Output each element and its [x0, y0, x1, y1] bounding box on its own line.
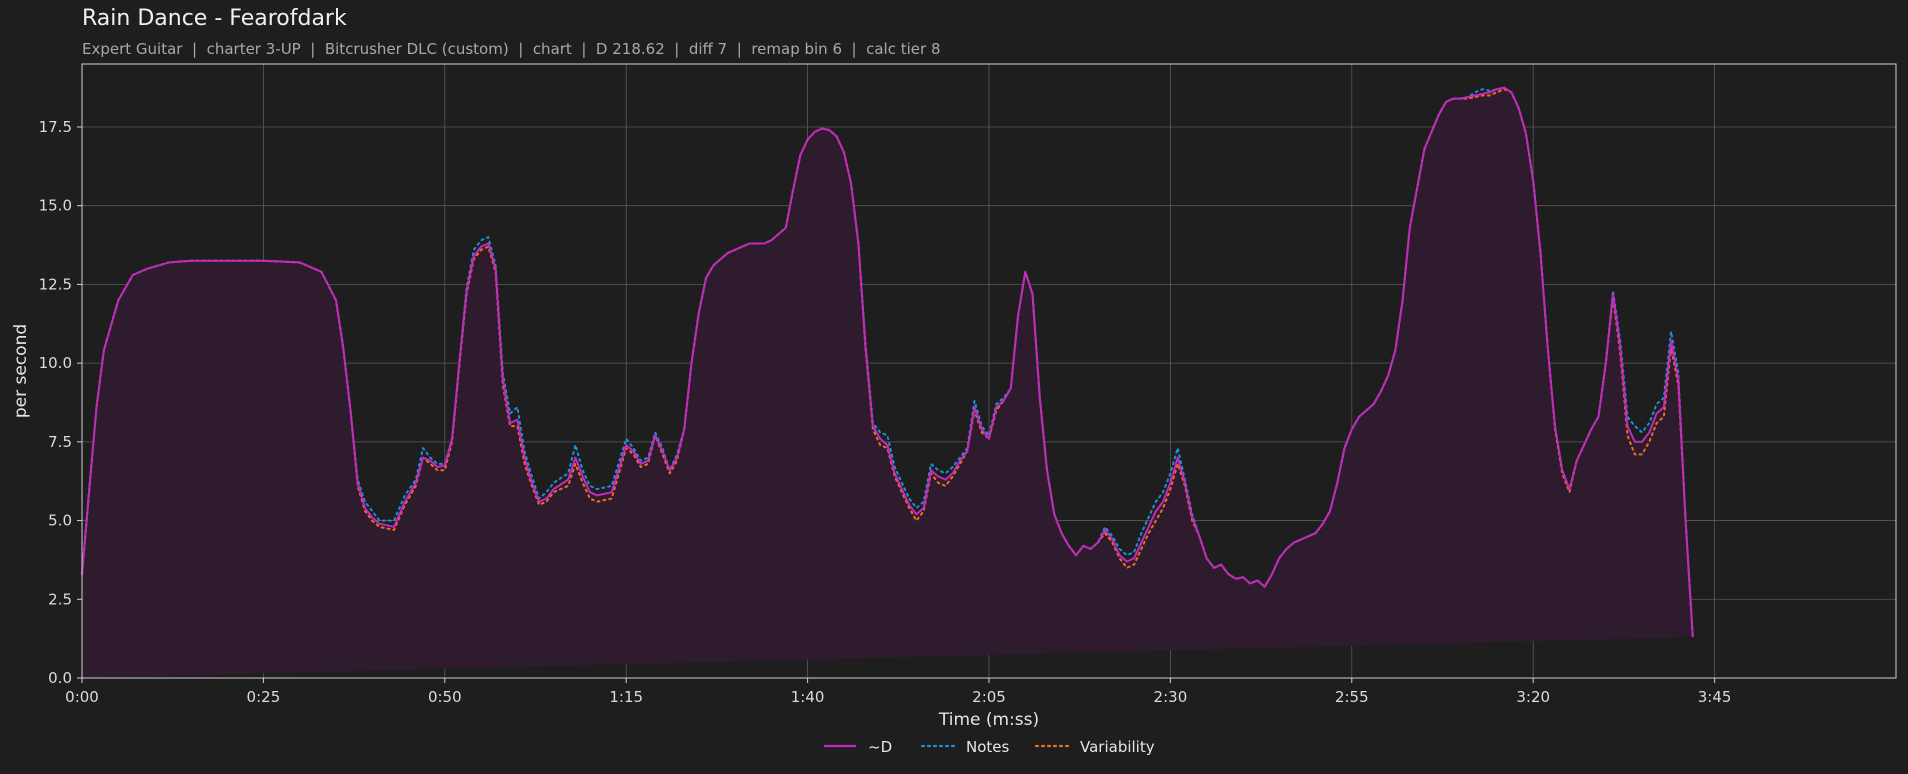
x-tick-label: 2:55 — [1335, 688, 1369, 706]
x-tick-label: 1:15 — [609, 688, 643, 706]
area-fill-d — [82, 87, 1693, 679]
x-tick-label: 1:40 — [791, 688, 825, 706]
y-tick-label: 17.5 — [39, 118, 72, 136]
x-tick-label: 0:50 — [428, 688, 462, 706]
legend: ~D Notes Variability — [824, 738, 1155, 756]
line-chart: 0:00 0:25 0:50 1:15 1:40 2:05 2:30 2:55 3:20 3:45… — [11, 63, 1897, 756]
y-tick-label: 15.0 — [39, 197, 72, 215]
legend-label: Notes — [966, 738, 1010, 756]
x-tick-label: 0:00 — [65, 688, 99, 706]
x-tick-label: 3:45 — [1698, 688, 1732, 706]
legend-item-variability: Variability — [1034, 738, 1155, 756]
y-tick-label: 10.0 — [39, 354, 72, 372]
legend-item-d: ~D — [824, 738, 892, 756]
legend-label: Variability — [1080, 738, 1155, 756]
y-tick-label: 5.0 — [48, 512, 72, 530]
x-tick-label: 3:20 — [1516, 688, 1550, 706]
legend-item-notes: Notes — [920, 738, 1010, 756]
x-tick-label: 2:05 — [972, 688, 1006, 706]
y-tick-label: 0.0 — [48, 669, 72, 687]
y-tick-label: 7.5 — [48, 433, 72, 451]
x-axis-label: Time (m:ss) — [938, 710, 1039, 730]
x-tick-label: 0:25 — [247, 688, 281, 706]
legend-label: ~D — [868, 738, 892, 756]
x-tick-label: 2:30 — [1154, 688, 1188, 706]
y-axis-label: per second — [11, 324, 31, 418]
y-tick-label: 2.5 — [48, 590, 72, 608]
y-tick-label: 12.5 — [39, 275, 72, 293]
